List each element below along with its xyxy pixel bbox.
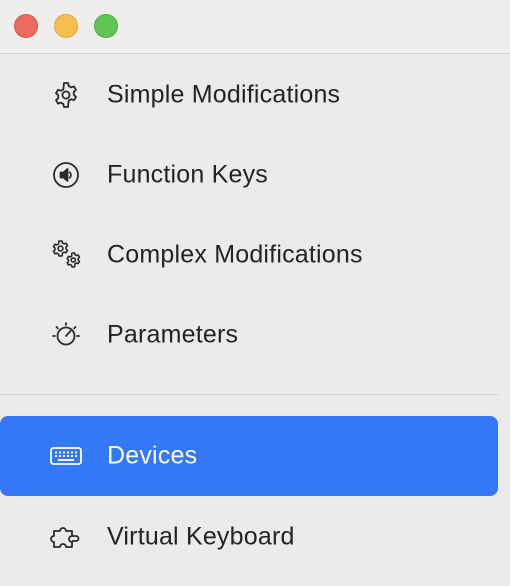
close-window-button[interactable] [14,14,38,38]
sidebar-item-label: Devices [107,441,198,470]
sidebar-item-complex-modifications[interactable]: Complex Modifications [0,215,498,295]
gear-icon [48,77,84,113]
keyboard-icon [48,438,84,474]
gauge-icon [48,317,84,353]
gears-icon [48,237,84,273]
sidebar-item-label: Virtual Keyboard [107,522,295,551]
sidebar-item-simple-modifications[interactable]: Simple Modifications [0,55,498,135]
sidebar-item-label: Function Keys [107,160,269,189]
sidebar-item-label: Parameters [107,320,239,349]
sidebar-item-virtual-keyboard[interactable]: Virtual Keyboard [0,497,498,577]
sidebar-item-function-keys[interactable]: Function Keys [0,135,498,215]
puzzle-icon [48,519,84,555]
sidebar-item-devices[interactable]: Devices [0,416,498,496]
sidebar-item-label: Simple Modifications [107,80,341,109]
title-bar [0,0,510,54]
sidebar-divider [0,394,498,395]
sidebar-item-label: Complex Modifications [107,240,363,269]
app-window: Simple Modifications Function Keys Compl… [0,0,510,586]
sidebar-item-parameters[interactable]: Parameters [0,295,498,375]
speaker-circle-icon [48,157,84,193]
zoom-window-button[interactable] [94,14,118,38]
minimize-window-button[interactable] [54,14,78,38]
